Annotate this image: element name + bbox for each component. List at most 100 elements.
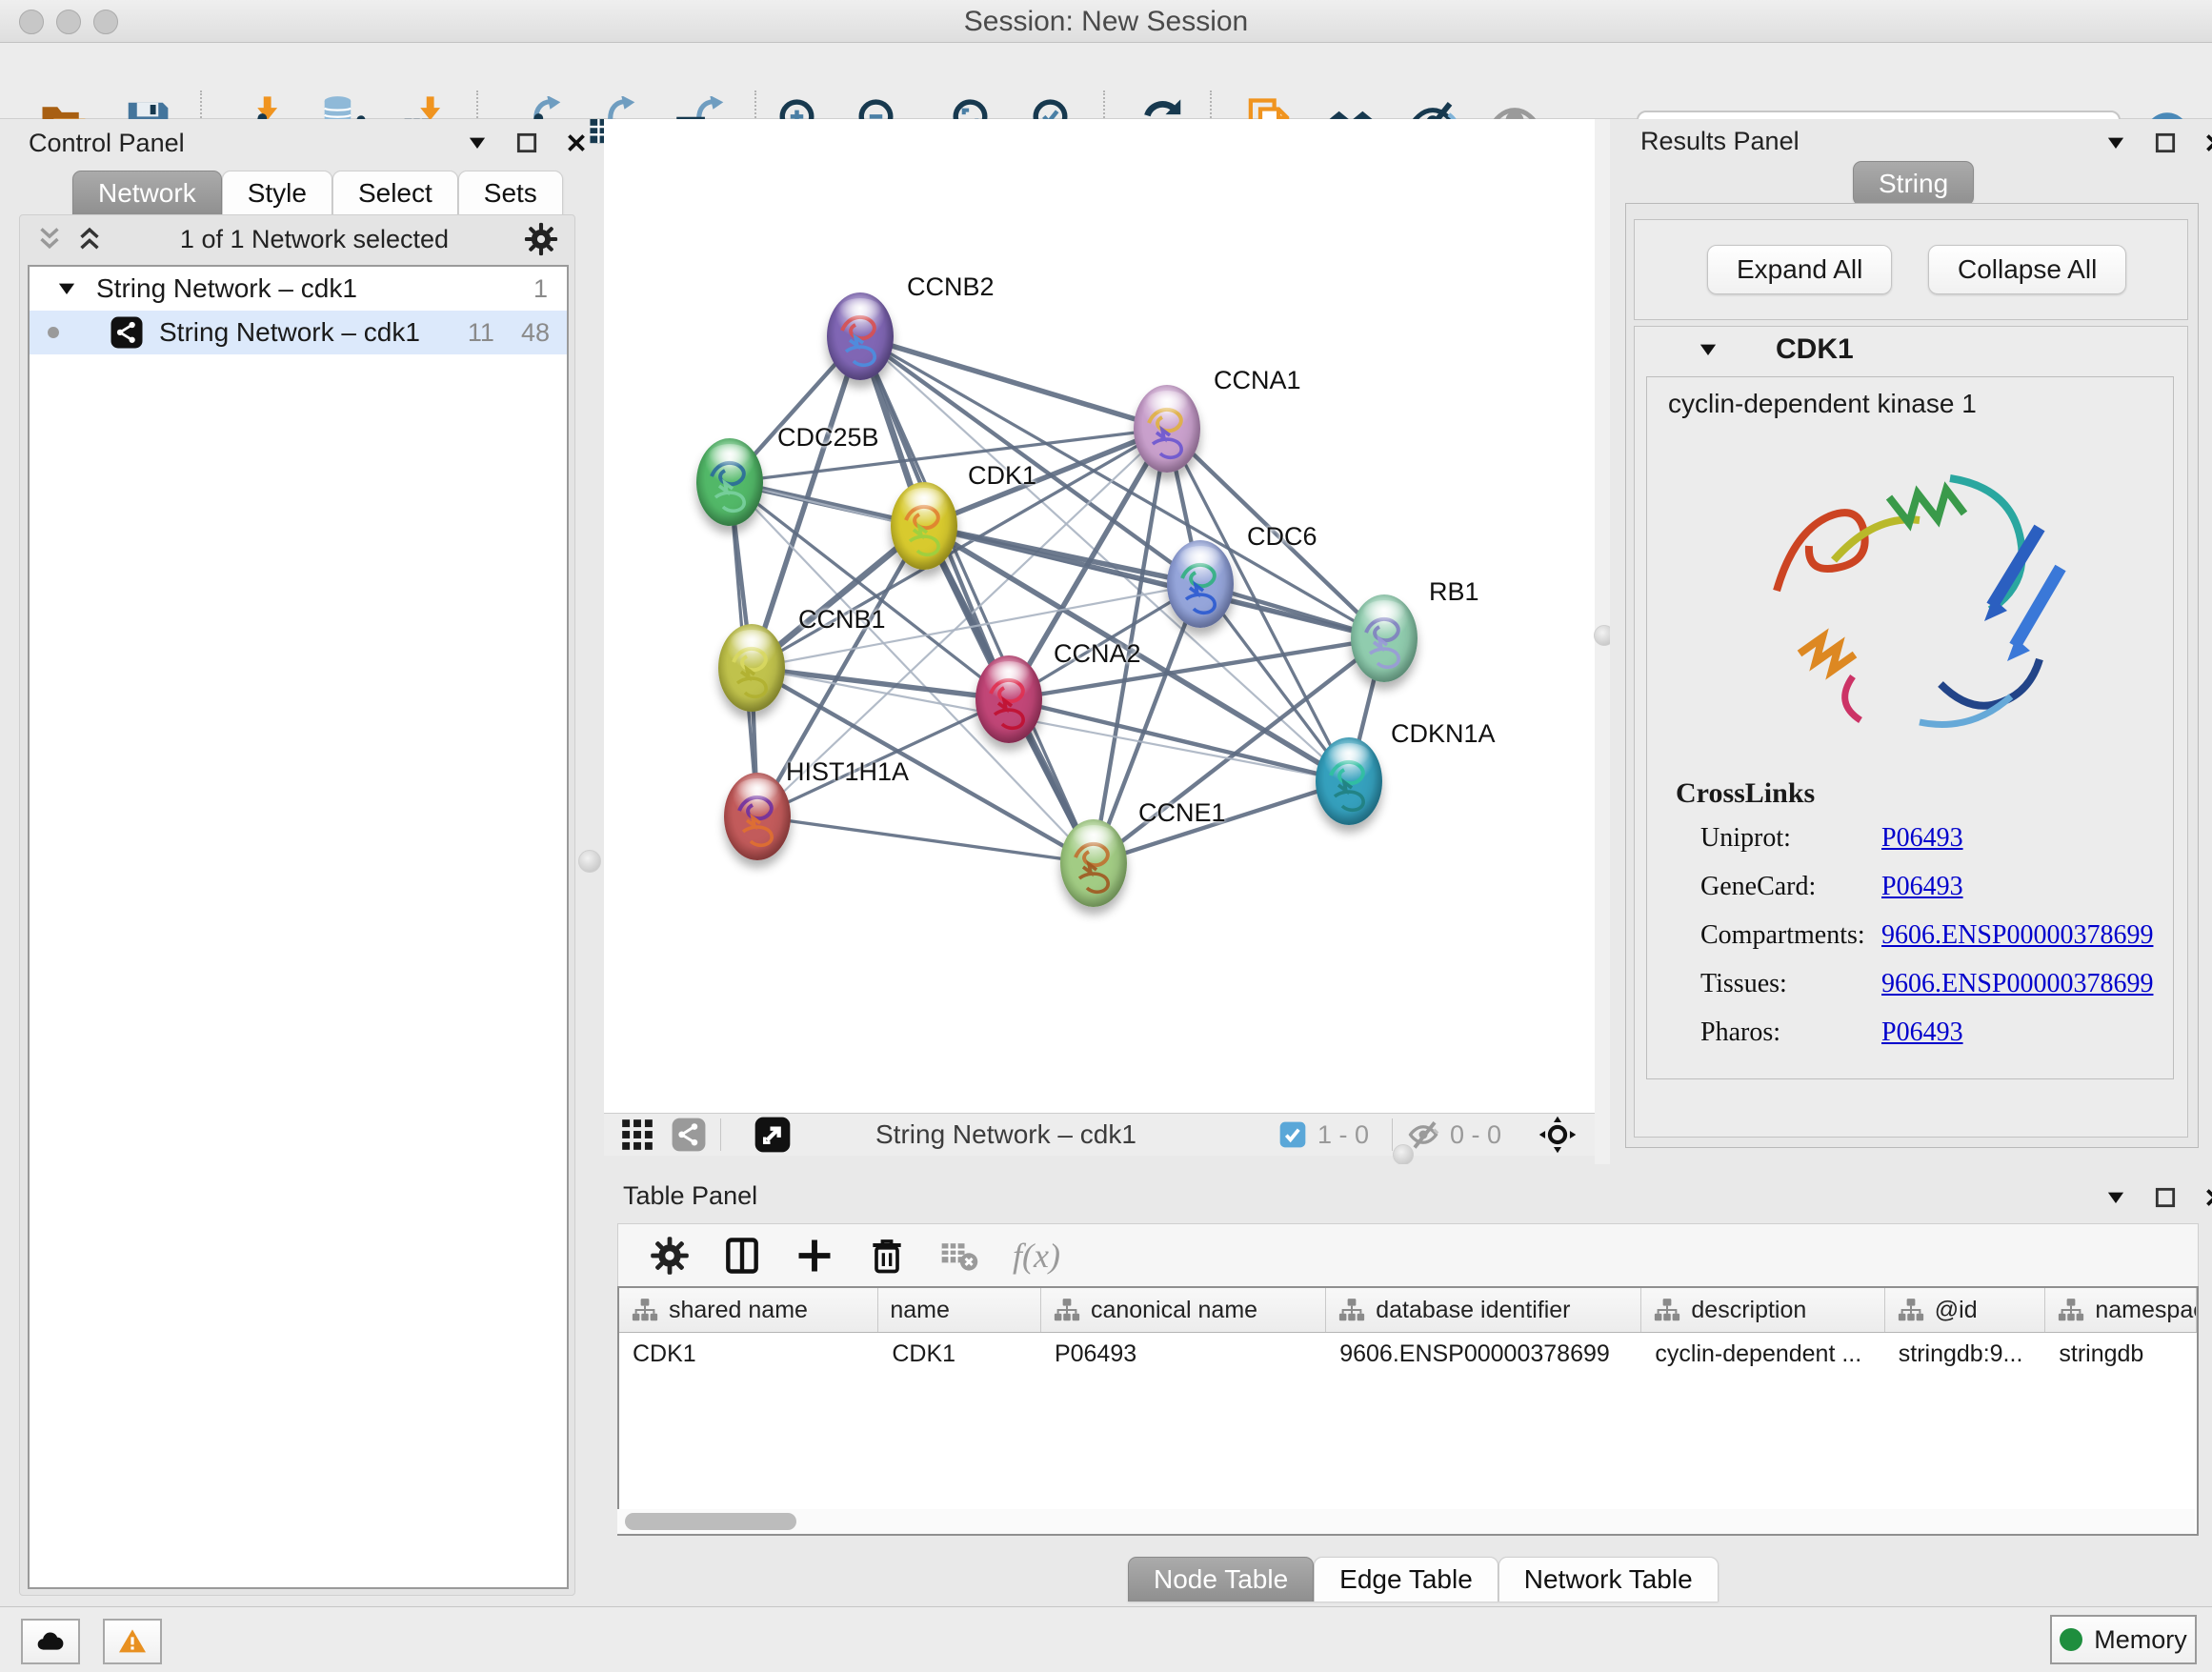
tab-edge-table[interactable]: Edge Table [1314, 1557, 1498, 1601]
node-gloss [838, 298, 882, 323]
network-node-cdk1[interactable] [891, 482, 957, 570]
crosslink-link[interactable]: P06493 [1881, 823, 1963, 871]
crosslink-link[interactable]: 9606.ENSP00000378699 [1881, 969, 2153, 1017]
hidden-counts: 0 - 0 [1450, 1120, 1501, 1150]
gene-name: CDK1 [1776, 333, 1854, 366]
column-header-name[interactable]: name [878, 1288, 1041, 1332]
column-header-shared-name[interactable]: shared name [619, 1288, 878, 1332]
network-node-ccnb1[interactable] [718, 624, 785, 712]
table-hscrollbar-thumb[interactable] [625, 1513, 796, 1530]
control-panel-float-icon[interactable] [514, 131, 539, 155]
delete-column-icon[interactable] [866, 1235, 908, 1277]
column-header-description[interactable]: description [1641, 1288, 1884, 1332]
column-header-database-identifier[interactable]: database identifier [1326, 1288, 1641, 1332]
table-cell[interactable]: P06493 [1041, 1333, 1326, 1375]
column-header--id[interactable]: @id [1885, 1288, 2046, 1332]
table-panel-close-icon[interactable] [2202, 1185, 2212, 1210]
table-panel-title: Table Panel [623, 1181, 757, 1211]
tab-network-table[interactable]: Network Table [1498, 1557, 1719, 1601]
network-type-icon [110, 315, 144, 350]
network-label: String Network – cdk1 [159, 317, 420, 348]
crosslinks-title: CrossLinks [1676, 777, 1815, 810]
tab-node-table[interactable]: Node Table [1128, 1557, 1314, 1601]
status-bar: Memory [0, 1606, 2212, 1672]
collapse-all-button[interactable]: Collapse All [1928, 245, 2126, 294]
tab-sets[interactable]: Sets [458, 171, 563, 215]
left-splitter-handle[interactable] [578, 850, 601, 873]
table-cell[interactable]: stringdb [2045, 1333, 2197, 1375]
network-node-ccne1[interactable] [1060, 819, 1127, 907]
add-column-icon[interactable] [794, 1235, 835, 1277]
memory-button[interactable]: Memory [2050, 1615, 2197, 1664]
tab-string[interactable]: String [1853, 161, 1974, 206]
birds-eye-grid-icon[interactable] [619, 1117, 655, 1153]
node-label-cdkn1a: CDKN1A [1391, 719, 1496, 749]
tab-style[interactable]: Style [222, 171, 332, 215]
tab-network[interactable]: Network [72, 171, 222, 215]
table-cell[interactable]: CDK1 [619, 1333, 878, 1375]
table-row[interactable]: CDK1CDK1P064939606.ENSP00000378699cyclin… [619, 1333, 2197, 1375]
gene-collapse-icon[interactable] [1696, 337, 1720, 362]
crosslink-link[interactable]: P06493 [1881, 872, 1963, 919]
gene-description: cyclin-dependent kinase 1 [1668, 389, 1977, 419]
results-panel-title: Results Panel [1640, 127, 1800, 156]
network-node-cdc25b[interactable] [696, 438, 763, 526]
control-panel-close-icon[interactable] [564, 131, 589, 155]
network-collection-row[interactable]: String Network – cdk1 1 [30, 267, 567, 311]
results-panel-close-icon[interactable] [2202, 131, 2212, 155]
network-node-cdkn1a[interactable] [1316, 737, 1382, 825]
hidden-eye-icon[interactable] [1406, 1118, 1440, 1152]
node-table: shared namenamecanonical name database id… [617, 1286, 2199, 1536]
node-label-ccne1: CCNE1 [1138, 798, 1226, 828]
column-header-canonical-name[interactable]: canonical name [1041, 1288, 1326, 1332]
expand-networks-icon[interactable] [73, 223, 106, 255]
results-panel-float-icon[interactable] [2153, 131, 2178, 155]
crosslink-link[interactable]: 9606.ENSP00000378699 [1881, 920, 2153, 968]
network-node-hist1h1a[interactable] [724, 773, 791, 860]
network-canvas[interactable]: CCNB2 CCNA1 CDC25B CDK1 CDC6 RB1 CCNB1 C… [604, 119, 1595, 1113]
cloud-status-button[interactable] [21, 1619, 80, 1664]
table-options-gear-icon[interactable] [649, 1235, 691, 1277]
table-cell[interactable]: 9606.ENSP00000378699 [1326, 1333, 1641, 1375]
bottom-splitter-handle[interactable] [1393, 1144, 1414, 1165]
show-columns-icon[interactable] [721, 1235, 763, 1277]
network-node-ccna1[interactable] [1134, 385, 1200, 473]
table-panel-float-icon[interactable] [2153, 1185, 2178, 1210]
node-label-cdc6: CDC6 [1247, 522, 1317, 552]
network-node-ccnb2[interactable] [827, 292, 894, 380]
detach-view-icon[interactable] [754, 1116, 792, 1154]
control-panel: Control Panel NetworkStyleSelectSets 1 o… [8, 119, 585, 1604]
fit-selection-crosshair-icon[interactable] [1538, 1115, 1578, 1155]
column-header-namespace[interactable]: namespace [2045, 1288, 2197, 1332]
network-row[interactable]: String Network – cdk1 11 48 [30, 311, 567, 354]
gene-section-header[interactable]: CDK1 [1635, 327, 2187, 373]
expand-all-button[interactable]: Expand All [1707, 245, 1892, 294]
network-options-gear-icon[interactable] [523, 221, 559, 257]
collection-collapse-icon[interactable] [54, 276, 79, 301]
crosslink-link[interactable]: P06493 [1881, 1017, 1963, 1065]
table-hscrollbar[interactable] [617, 1509, 2195, 1534]
network-thumbnail-icon[interactable] [671, 1117, 707, 1153]
tab-select[interactable]: Select [332, 171, 458, 215]
expand-collapse-bar: Expand All Collapse All [1634, 219, 2188, 320]
crosslink-label: Compartments: [1700, 920, 1881, 968]
node-gloss [708, 444, 752, 469]
gene-details: cyclin-dependent kinase 1 CrossLinks [1646, 376, 2174, 1079]
node-label-ccna2: CCNA2 [1054, 639, 1141, 669]
selected-nodes-checkbox-icon[interactable] [1277, 1119, 1308, 1150]
network-node-cdc6[interactable] [1167, 540, 1234, 628]
warnings-button[interactable] [103, 1619, 162, 1664]
column-label: database identifier [1376, 1297, 1570, 1324]
collapse-networks-icon[interactable] [33, 223, 66, 255]
control-panel-title: Control Panel [29, 129, 185, 158]
results-panel-collapse-icon[interactable] [2103, 131, 2128, 155]
node-label-ccnb2: CCNB2 [907, 272, 995, 302]
network-edges [604, 119, 1595, 1113]
control-panel-collapse-icon[interactable] [465, 131, 490, 155]
table-cell[interactable]: cyclin-dependent ... [1641, 1333, 1884, 1375]
network-node-ccna2[interactable] [975, 655, 1042, 743]
table-cell[interactable]: CDK1 [878, 1333, 1041, 1375]
table-panel-collapse-icon[interactable] [2103, 1185, 2128, 1210]
table-cell[interactable]: stringdb:9... [1885, 1333, 2046, 1375]
network-node-rb1[interactable] [1351, 594, 1418, 682]
